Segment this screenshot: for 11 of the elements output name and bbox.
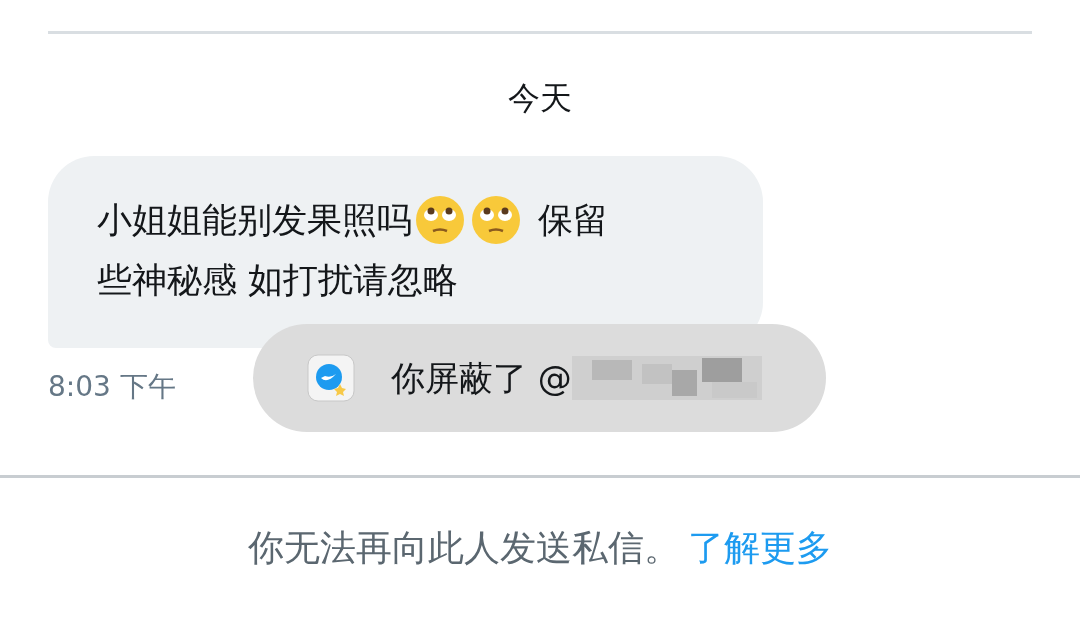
date-separator: 今天 <box>508 78 572 119</box>
rolling-eyes-emoji-icon <box>471 195 521 245</box>
learn-more-link[interactable]: 了解更多 <box>688 521 832 575</box>
message-text: 保留 <box>538 199 608 242</box>
notice-text: 你无法再向此人发送私信。 <box>248 526 680 570</box>
bird-app-icon <box>307 354 355 402</box>
message-time: 8:03 下午 <box>48 370 176 403</box>
toast-text: 你屏蔽了 @ <box>391 356 572 400</box>
message-text: 些神秘感 如打扰请忽略 <box>97 259 459 302</box>
rolling-eyes-emoji-icon <box>415 195 465 245</box>
message-text: 小姐姐能别发果照吗 <box>97 199 412 242</box>
